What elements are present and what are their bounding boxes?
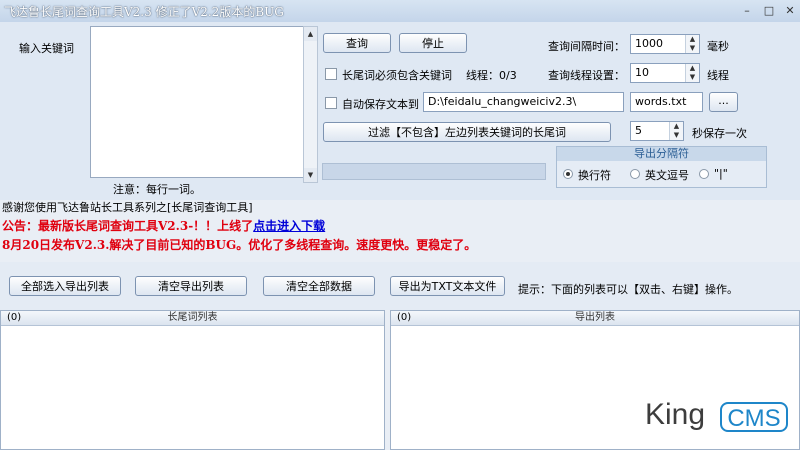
- progress-bar: [322, 163, 546, 180]
- separator-comma-label: 英文逗号: [645, 169, 689, 182]
- keyword-input-note: 注意：每行一词。: [113, 183, 201, 196]
- query-button[interactable]: 查询: [323, 33, 391, 53]
- export-txt-button[interactable]: 导出为TXT文本文件: [390, 276, 505, 296]
- export-list-title: 导出列表: [575, 312, 615, 323]
- keyword-input[interactable]: [90, 26, 305, 178]
- title-bar: 飞达鲁长尾词查询工具V2.3 修正了V2.2版本的BUG – □ ✕: [0, 0, 800, 23]
- interval-unit: 毫秒: [707, 40, 729, 53]
- scroll-up-icon[interactable]: ▲: [304, 27, 317, 41]
- autosave-file-input[interactable]: words.txt: [630, 92, 703, 112]
- autosave-checkbox[interactable]: [325, 97, 337, 109]
- announcement-text: 公告：最新版长尾词查询工具V2.3-！！上线了: [2, 219, 254, 233]
- download-link[interactable]: 点击进入下载: [253, 219, 325, 233]
- save-every-value: 5: [635, 124, 642, 137]
- window-title: 飞达鲁长尾词查询工具V2.3 修正了V2.2版本的BUG: [4, 5, 284, 19]
- threads-spinner[interactable]: ▲ ▼: [685, 64, 699, 82]
- separator-newline-radio[interactable]: [563, 169, 573, 179]
- minimize-button[interactable]: –: [738, 3, 756, 19]
- spin-down-icon[interactable]: ▼: [686, 44, 699, 53]
- separator-group: 导出分隔符 换行符 英文逗号 "|": [556, 146, 767, 188]
- interval-spinner[interactable]: ▲ ▼: [685, 35, 699, 53]
- release-note: 8月20日发布V2.3.解决了目前已知的BUG。优化了多线程查询。速度更快。更稳…: [2, 238, 477, 252]
- thread-status: 线程：0/3: [466, 69, 517, 82]
- clear-export-button[interactable]: 清空导出列表: [135, 276, 247, 296]
- list-hint: 提示：下面的列表可以【双击、右键】操作。: [518, 283, 738, 296]
- separator-pipe-label: "|": [714, 167, 728, 180]
- spin-down-icon[interactable]: ▼: [670, 131, 683, 140]
- maximize-button[interactable]: □: [760, 3, 778, 19]
- scroll-down-icon[interactable]: ▼: [304, 168, 317, 182]
- kingcms-logo: King: [645, 398, 706, 431]
- autosave-path-input[interactable]: D:\feidalu_changweiciv2.3\: [423, 92, 624, 112]
- export-list-count: (0): [397, 312, 412, 323]
- longtail-list-header: 长尾词列表 (0): [1, 311, 384, 326]
- stop-button[interactable]: 停止: [399, 33, 467, 53]
- clear-all-button[interactable]: 清空全部数据: [263, 276, 375, 296]
- longtail-list[interactable]: 长尾词列表 (0): [0, 310, 385, 450]
- autosave-label: 自动保存文本到: [342, 98, 419, 111]
- spin-up-icon[interactable]: ▲: [686, 64, 699, 73]
- save-every-label: 秒保存一次: [692, 127, 747, 140]
- announcement: 公告：最新版长尾词查询工具V2.3-！！上线了点击进入下载: [2, 217, 325, 234]
- interval-input[interactable]: 1000 ▲ ▼: [630, 34, 700, 54]
- kingcms-logo-badge: CMS: [720, 402, 788, 432]
- must-contain-checkbox[interactable]: [325, 68, 337, 80]
- separator-comma-radio[interactable]: [630, 169, 640, 179]
- separator-group-title: 导出分隔符: [557, 147, 766, 161]
- longtail-list-title: 长尾词列表: [167, 312, 218, 323]
- thanks-message: 感谢您使用飞达鲁站长工具系列之[长尾词查询工具]: [2, 201, 253, 214]
- must-contain-label: 长尾词必须包含关键词: [342, 69, 452, 82]
- spin-up-icon[interactable]: ▲: [670, 122, 683, 131]
- export-list-header: 导出列表 (0): [391, 311, 799, 326]
- keyword-input-label: 输入关键词: [19, 42, 74, 55]
- keyword-input-scrollbar[interactable]: ▲ ▼: [303, 26, 318, 183]
- browse-button[interactable]: ...: [709, 92, 738, 112]
- threads-input[interactable]: 10 ▲ ▼: [630, 63, 700, 83]
- separator-newline-label: 换行符: [578, 169, 611, 182]
- threads-label: 查询线程设置：: [548, 69, 625, 82]
- spin-up-icon[interactable]: ▲: [686, 35, 699, 44]
- spin-down-icon[interactable]: ▼: [686, 73, 699, 82]
- separator-pipe-radio[interactable]: [699, 169, 709, 179]
- threads-value: 10: [635, 66, 649, 79]
- save-every-spinner[interactable]: ▲ ▼: [669, 122, 683, 140]
- interval-value: 1000: [635, 37, 663, 50]
- close-button[interactable]: ✕: [781, 3, 799, 19]
- filter-button[interactable]: 过滤【不包含】左边列表关键词的长尾词: [323, 122, 611, 142]
- threads-unit: 线程: [707, 69, 729, 82]
- save-every-input[interactable]: 5 ▲ ▼: [630, 121, 684, 141]
- select-all-export-button[interactable]: 全部选入导出列表: [9, 276, 121, 296]
- interval-label: 查询间隔时间：: [548, 40, 625, 53]
- longtail-list-count: (0): [7, 312, 22, 323]
